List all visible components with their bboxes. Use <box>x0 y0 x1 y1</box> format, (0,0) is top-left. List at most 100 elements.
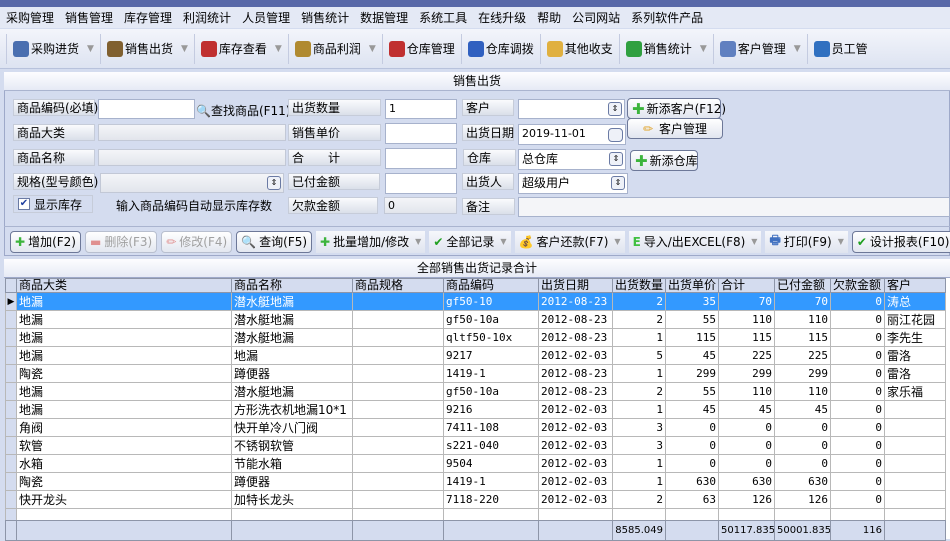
column-header[interactable]: 出货单价 <box>665 278 719 293</box>
new-warehouse-button[interactable]: ✚ 新添仓库 <box>630 150 698 171</box>
menu-item[interactable]: 人员管理 <box>242 9 290 26</box>
row-selector[interactable] <box>5 472 17 491</box>
column-header[interactable]: 欠款金额 <box>830 278 885 293</box>
column-header[interactable]: 商品名称 <box>231 278 353 293</box>
delete-button[interactable]: ▬ 删除(F3) <box>84 230 158 253</box>
show-stock-checkbox[interactable]: ✔ 显示库存 <box>13 195 93 213</box>
dropdown-arrow-icon[interactable]: ▼ <box>614 237 620 246</box>
row-selector[interactable] <box>5 454 17 473</box>
edit-button[interactable]: ✏ 修改(F4) <box>161 230 233 253</box>
menu-item[interactable]: 销售统计 <box>301 9 349 26</box>
toolbar-button[interactable]: 其他收支 <box>539 33 619 64</box>
batch-button[interactable]: ✚ 批量增加/修改 ▼ <box>316 230 426 253</box>
dropdown-arrow-icon[interactable]: ▼ <box>700 44 707 54</box>
customer-select[interactable]: ⇕ <box>518 99 625 119</box>
menu-item[interactable]: 采购管理 <box>6 9 54 26</box>
column-header[interactable]: 出货数量 <box>612 278 666 293</box>
menu-item[interactable]: 库存管理 <box>124 9 172 26</box>
row-selector[interactable] <box>5 418 17 437</box>
column-header[interactable]: 客户 <box>884 278 946 293</box>
column-header[interactable]: 商品编码 <box>443 278 539 293</box>
table-cell: 0 <box>830 292 885 311</box>
table-row[interactable]: 地漏 方形洗衣机地漏10*1 9216 2012-02-03 1 45 45 45 0 <box>5 400 946 419</box>
row-selector[interactable] <box>5 400 17 419</box>
table-row[interactable]: 软管 不锈钢软管 s221-040 2012-02-03 3 0 0 0 0 <box>5 436 946 455</box>
dropdown-arrow-icon[interactable]: ▼ <box>369 44 376 54</box>
column-header[interactable]: 已付金额 <box>774 278 831 293</box>
menu-item[interactable]: 数据管理 <box>360 9 408 26</box>
repayment-button[interactable]: 💰 客户还款(F7) ▼ <box>514 230 625 253</box>
query-button[interactable]: 🔍 查询(F5) <box>236 230 313 253</box>
row-selector[interactable] <box>5 364 17 383</box>
toolbar-button[interactable]: 销售统计 ▼ <box>618 33 713 64</box>
print-button[interactable]: 🖶 打印(F9) ▼ <box>765 230 848 253</box>
show-stock-label: 显示库存 <box>34 197 83 212</box>
dropdown-arrow-icon[interactable]: ▼ <box>794 44 801 54</box>
menu-item[interactable]: 公司网站 <box>572 9 620 26</box>
empty-cell <box>665 508 719 521</box>
menu-item[interactable]: 系列软件产品 <box>631 9 703 26</box>
toolbar-button[interactable]: 仓库管理 <box>381 33 461 64</box>
dropdown-arrow-icon[interactable]: ▼ <box>415 237 421 246</box>
table-row[interactable]: 快开龙头 加特长龙头 7118-220 2012-02-03 2 63 126 126 0 <box>5 490 946 509</box>
warehouse-select[interactable]: 总仓库 ⇕ <box>518 149 626 170</box>
new-customer-button[interactable]: ✚ 新添客户(F12) <box>627 98 726 119</box>
row-selector[interactable] <box>5 346 17 365</box>
note-input[interactable] <box>518 197 950 217</box>
table-row[interactable]: 地漏 潜水艇地漏 gf50-10a 2012-08-23 2 55 110 110 0 丽江花园 <box>5 310 946 329</box>
dropdown-arrow-icon[interactable]: ▼ <box>181 44 188 54</box>
toolbar-button[interactable]: 员工管 <box>806 33 874 64</box>
row-selector[interactable] <box>5 328 17 347</box>
find-product-button[interactable]: 🔍 查找商品(F11) <box>196 102 291 119</box>
design-report-button[interactable]: ✔ 设计报表(F10) <box>851 230 950 253</box>
paid-input[interactable] <box>385 173 457 194</box>
excel-button[interactable]: E 导入/出EXCEL(F8) ▼ <box>628 230 762 253</box>
toolbar-button[interactable]: 库存查看 ▼ <box>193 33 288 64</box>
row-selector[interactable] <box>5 490 17 509</box>
row-selector[interactable] <box>5 310 17 329</box>
dropdown-arrow-icon[interactable]: ▼ <box>275 44 282 54</box>
customer-management-button[interactable]: ✏ 客户管理 <box>627 118 723 139</box>
table-row[interactable]: 地漏 潜水艇地漏 qltf50-10x 2012-08-23 1 115 115 115 0 李先… <box>5 328 946 347</box>
menu-item[interactable]: 利润统计 <box>183 9 231 26</box>
row-selector[interactable]: ▶ <box>5 292 17 311</box>
menu-item[interactable]: 销售管理 <box>65 9 113 26</box>
total-input[interactable] <box>385 148 457 169</box>
price-input[interactable] <box>385 123 457 144</box>
column-header[interactable]: 出货日期 <box>538 278 613 293</box>
row-selector[interactable] <box>5 382 17 401</box>
table-row[interactable]: 地漏 地漏 9217 2012-02-03 5 45 225 225 0 雷洛 <box>5 346 946 365</box>
row-selector[interactable] <box>5 436 17 455</box>
date-input[interactable]: 2019-11-01 <box>518 124 626 145</box>
add-button[interactable]: ✚ 增加(F2) <box>10 230 81 253</box>
shipper-select[interactable]: 超级用户 ⇕ <box>518 173 628 194</box>
all-records-button[interactable]: ✔ 全部记录 ▼ <box>429 230 511 253</box>
dropdown-arrow-icon[interactable]: ▼ <box>500 237 506 246</box>
menu-item[interactable]: 在线升级 <box>478 9 526 26</box>
table-row[interactable]: 陶瓷 蹲便器 1419-1 2012-08-23 1 299 299 299 0 雷洛 <box>5 364 946 383</box>
dropdown-arrow-icon[interactable]: ▼ <box>751 237 757 246</box>
table-row[interactable]: 水箱 节能水箱 9504 2012-02-03 1 0 0 0 0 <box>5 454 946 473</box>
toolbar-button[interactable]: 采购进货 ▼ <box>6 33 100 64</box>
add-icon: ✚ <box>15 234 26 249</box>
menu-item[interactable]: 帮助 <box>537 9 561 26</box>
calendar-button[interactable] <box>608 128 623 142</box>
excel-label: 导入/出EXCEL(F8) <box>643 235 746 249</box>
menu-item[interactable]: 系统工具 <box>419 9 467 26</box>
table-row[interactable]: 角阀 快开单冷八门阀 7411-108 2012-02-03 3 0 0 0 0 <box>5 418 946 437</box>
toolbar-button[interactable]: 仓库调拨 <box>460 33 540 64</box>
qty-input[interactable]: 1 <box>385 99 457 119</box>
table-row[interactable]: ▶ 地漏 潜水艇地漏 gf50-10 2012-08-23 2 35 70 70 0 涛总 <box>5 292 946 311</box>
dropdown-arrow-icon[interactable]: ▼ <box>838 237 844 246</box>
table-row[interactable]: 陶瓷 蹲便器 1419-1 2012-02-03 1 630 630 630 0 <box>5 472 946 491</box>
toolbar-button[interactable]: 销售出货 ▼ <box>99 33 194 64</box>
spec-select[interactable]: ⇕ <box>100 173 284 193</box>
toolbar-button[interactable]: 商品利润 ▼ <box>287 33 382 64</box>
column-header[interactable]: 商品规格 <box>352 278 444 293</box>
column-header[interactable]: 商品大类 <box>16 278 232 293</box>
toolbar-button[interactable]: 客户管理 ▼ <box>712 33 807 64</box>
dropdown-arrow-icon[interactable]: ▼ <box>87 44 94 54</box>
table-row[interactable]: 地漏 潜水艇地漏 gf50-10a 2012-08-23 2 55 110 110 0 家乐福 <box>5 382 946 401</box>
column-header[interactable]: 合计 <box>718 278 775 293</box>
code-input[interactable] <box>98 99 195 119</box>
